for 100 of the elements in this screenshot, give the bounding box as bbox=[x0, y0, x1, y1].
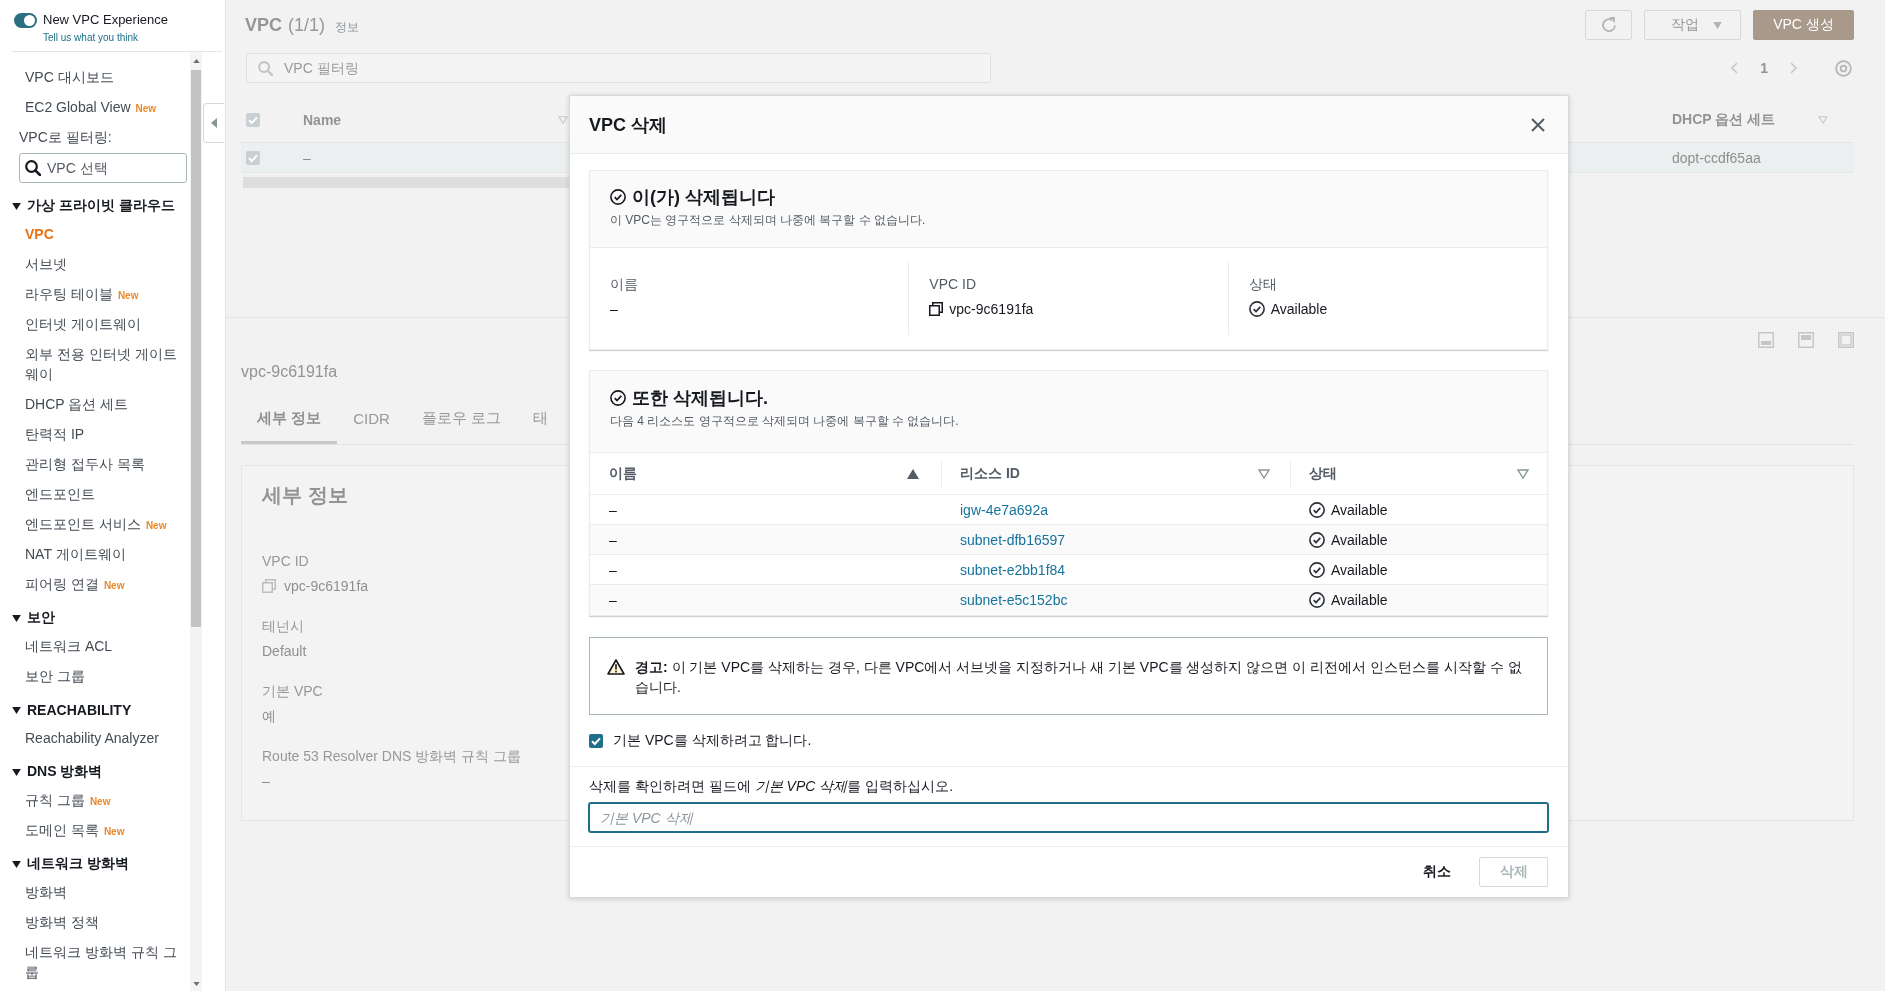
nav-link[interactable]: 관리형 접두사 목록 bbox=[25, 454, 145, 474]
nav-section-toggle[interactable]: 가상 프라이빗 클라우드 bbox=[0, 193, 190, 219]
new-label: New bbox=[89, 796, 111, 807]
column-header[interactable]: 상태 bbox=[1290, 460, 1547, 487]
field-label: VPC ID bbox=[262, 552, 309, 571]
card-title: 이(가) 삭제됩니다 bbox=[632, 186, 775, 209]
check-circle-icon bbox=[1309, 501, 1325, 518]
feedback-link[interactable]: Tell us what you think bbox=[43, 31, 139, 44]
collapse-sidebar-button[interactable] bbox=[203, 103, 224, 143]
toggle-label: New VPC Experience bbox=[43, 12, 168, 28]
caret-down-icon bbox=[12, 706, 21, 714]
panel-layout-icon[interactable] bbox=[1758, 332, 1774, 348]
nav-link[interactable]: 보안 그룹 bbox=[25, 666, 85, 686]
nav-link[interactable]: NAT 게이트웨이 bbox=[25, 544, 126, 564]
table-cell-text: – bbox=[608, 561, 618, 578]
confirm-input[interactable]: 기본 VPC 삭제 bbox=[589, 803, 1548, 832]
nav-link[interactable]: 인터넷 게이트웨이 bbox=[25, 314, 141, 334]
search-field[interactable]: VPC 필터링 bbox=[246, 53, 991, 83]
field-label: 기본 VPC bbox=[262, 682, 323, 701]
nav-link[interactable]: DHCP 옵션 세트 bbox=[25, 394, 129, 414]
nav-section-toggle[interactable]: DNS 방화벽 bbox=[0, 759, 190, 785]
nav-section-toggle[interactable]: 네트워크 방화벽 bbox=[0, 851, 190, 877]
card-description: 이 VPC는 영구적으로 삭제되며 나중에 복구할 수 없습니다. bbox=[610, 212, 927, 229]
field-value: vpc-9c6191fa bbox=[284, 577, 369, 596]
dialog-title: VPC 삭제 bbox=[589, 113, 667, 137]
panel-layout-icon[interactable] bbox=[1838, 332, 1854, 348]
check-circle-icon bbox=[1248, 301, 1265, 317]
scrollbar-thumb[interactable] bbox=[191, 70, 201, 627]
status-text: Available bbox=[1331, 592, 1388, 608]
nav-link[interactable]: 엔드포인트 bbox=[25, 484, 95, 504]
toggle-switch[interactable] bbox=[14, 13, 37, 28]
card-title: 또한 삭제됩니다. bbox=[632, 387, 768, 410]
scroll-down-icon[interactable] bbox=[192, 982, 200, 986]
column-header[interactable]: 리소스 ID bbox=[941, 460, 1290, 487]
checkbox[interactable] bbox=[246, 112, 260, 127]
panel-layout-icon[interactable] bbox=[1798, 332, 1814, 348]
nav-link[interactable]: EC2 Global View bbox=[25, 97, 131, 117]
check-circle-icon bbox=[610, 189, 626, 205]
caret-left-icon bbox=[211, 118, 217, 128]
field-value: 예 bbox=[262, 707, 276, 726]
filter-label: VPC로 필터링: bbox=[18, 128, 113, 147]
new-label: New bbox=[117, 290, 139, 301]
nav-link[interactable]: Reachability Analyzer bbox=[25, 728, 159, 748]
nav-link[interactable]: 방화벽 bbox=[25, 882, 67, 902]
column-header[interactable]: 이름 bbox=[590, 460, 941, 487]
new-label: New bbox=[103, 580, 125, 591]
new-label: New bbox=[145, 520, 167, 531]
caret-down-icon bbox=[12, 202, 21, 210]
warning-icon bbox=[607, 659, 625, 675]
copy-icon[interactable] bbox=[929, 302, 944, 316]
search-field[interactable]: VPC 선택 bbox=[19, 153, 187, 183]
nav-link[interactable]: 서브넷 bbox=[25, 254, 67, 274]
checkbox[interactable] bbox=[589, 734, 603, 748]
table-cell-text: dopt-ccdf65aa bbox=[1671, 149, 1762, 166]
field-label: 상태 bbox=[1248, 275, 1278, 294]
nav-link[interactable]: 외부 전용 인터넷 게이트웨이 bbox=[25, 344, 186, 384]
caret-down-icon bbox=[12, 860, 21, 868]
resource-link[interactable]: igw-4e7a692a bbox=[960, 501, 1048, 518]
table-cell-text: – bbox=[608, 531, 618, 548]
check-circle-icon bbox=[610, 390, 626, 406]
status-text: Available bbox=[1331, 561, 1388, 578]
checkbox[interactable] bbox=[246, 150, 260, 165]
scrollbar-thumb[interactable] bbox=[243, 177, 570, 188]
settings-icon[interactable] bbox=[1835, 59, 1852, 77]
page-title: VPC bbox=[245, 14, 282, 36]
caret-down-icon bbox=[1713, 21, 1722, 29]
nav-link[interactable]: 네트워크 ACL bbox=[25, 636, 113, 656]
nav-link[interactable]: 도메인 목록 bbox=[25, 820, 99, 840]
search-icon bbox=[25, 160, 41, 176]
sort-icon bbox=[558, 115, 568, 124]
close-icon[interactable] bbox=[1531, 117, 1545, 132]
chevron-right-icon[interactable] bbox=[1790, 62, 1797, 74]
nav-section-toggle[interactable]: REACHABILITY bbox=[0, 697, 190, 723]
nav-link[interactable]: 규칙 그룹 bbox=[25, 790, 85, 810]
cancel-button[interactable]: 취소 bbox=[1415, 857, 1459, 887]
nav-link[interactable]: 방화벽 정책 bbox=[25, 912, 99, 932]
checkbox-label: 기본 VPC를 삭제하려고 합니다. bbox=[613, 732, 812, 750]
status-text: Available bbox=[1331, 501, 1388, 518]
check-circle-icon bbox=[1309, 592, 1325, 608]
resource-link[interactable]: subnet-dfb16597 bbox=[960, 531, 1066, 548]
chevron-left-icon[interactable] bbox=[1731, 62, 1739, 74]
nav-link[interactable]: 라우팅 테이블 bbox=[25, 284, 113, 304]
nav-link[interactable]: 네트워크 방화벽 규칙 그룹 bbox=[25, 942, 186, 982]
nav-link[interactable]: 탄력적 IP bbox=[25, 424, 85, 444]
sort-icon bbox=[1818, 115, 1828, 124]
nav-section-toggle[interactable]: 보안 bbox=[0, 605, 190, 631]
nav-link[interactable]: 피어링 연결 bbox=[25, 574, 99, 594]
refresh-button[interactable] bbox=[1585, 10, 1632, 40]
resource-link[interactable]: subnet-e2bb1f84 bbox=[960, 561, 1066, 578]
field-label: VPC ID bbox=[929, 275, 977, 294]
section-heading: 세부 정보 bbox=[262, 483, 348, 508]
table-cell-text: – bbox=[608, 501, 618, 518]
refresh-icon bbox=[1600, 17, 1617, 33]
check-circle-icon bbox=[1309, 531, 1325, 548]
scroll-up-icon[interactable] bbox=[192, 59, 200, 63]
card-description: 다음 4 리소스도 영구적으로 삭제되며 나중에 복구할 수 없습니다. bbox=[610, 413, 960, 430]
nav-link[interactable]: 엔드포인트 서비스 bbox=[25, 514, 141, 534]
nav-link[interactable]: VPC 대시보드 bbox=[25, 67, 114, 87]
resource-link[interactable]: subnet-e5c152bc bbox=[960, 592, 1068, 608]
new-label: New bbox=[135, 103, 157, 114]
